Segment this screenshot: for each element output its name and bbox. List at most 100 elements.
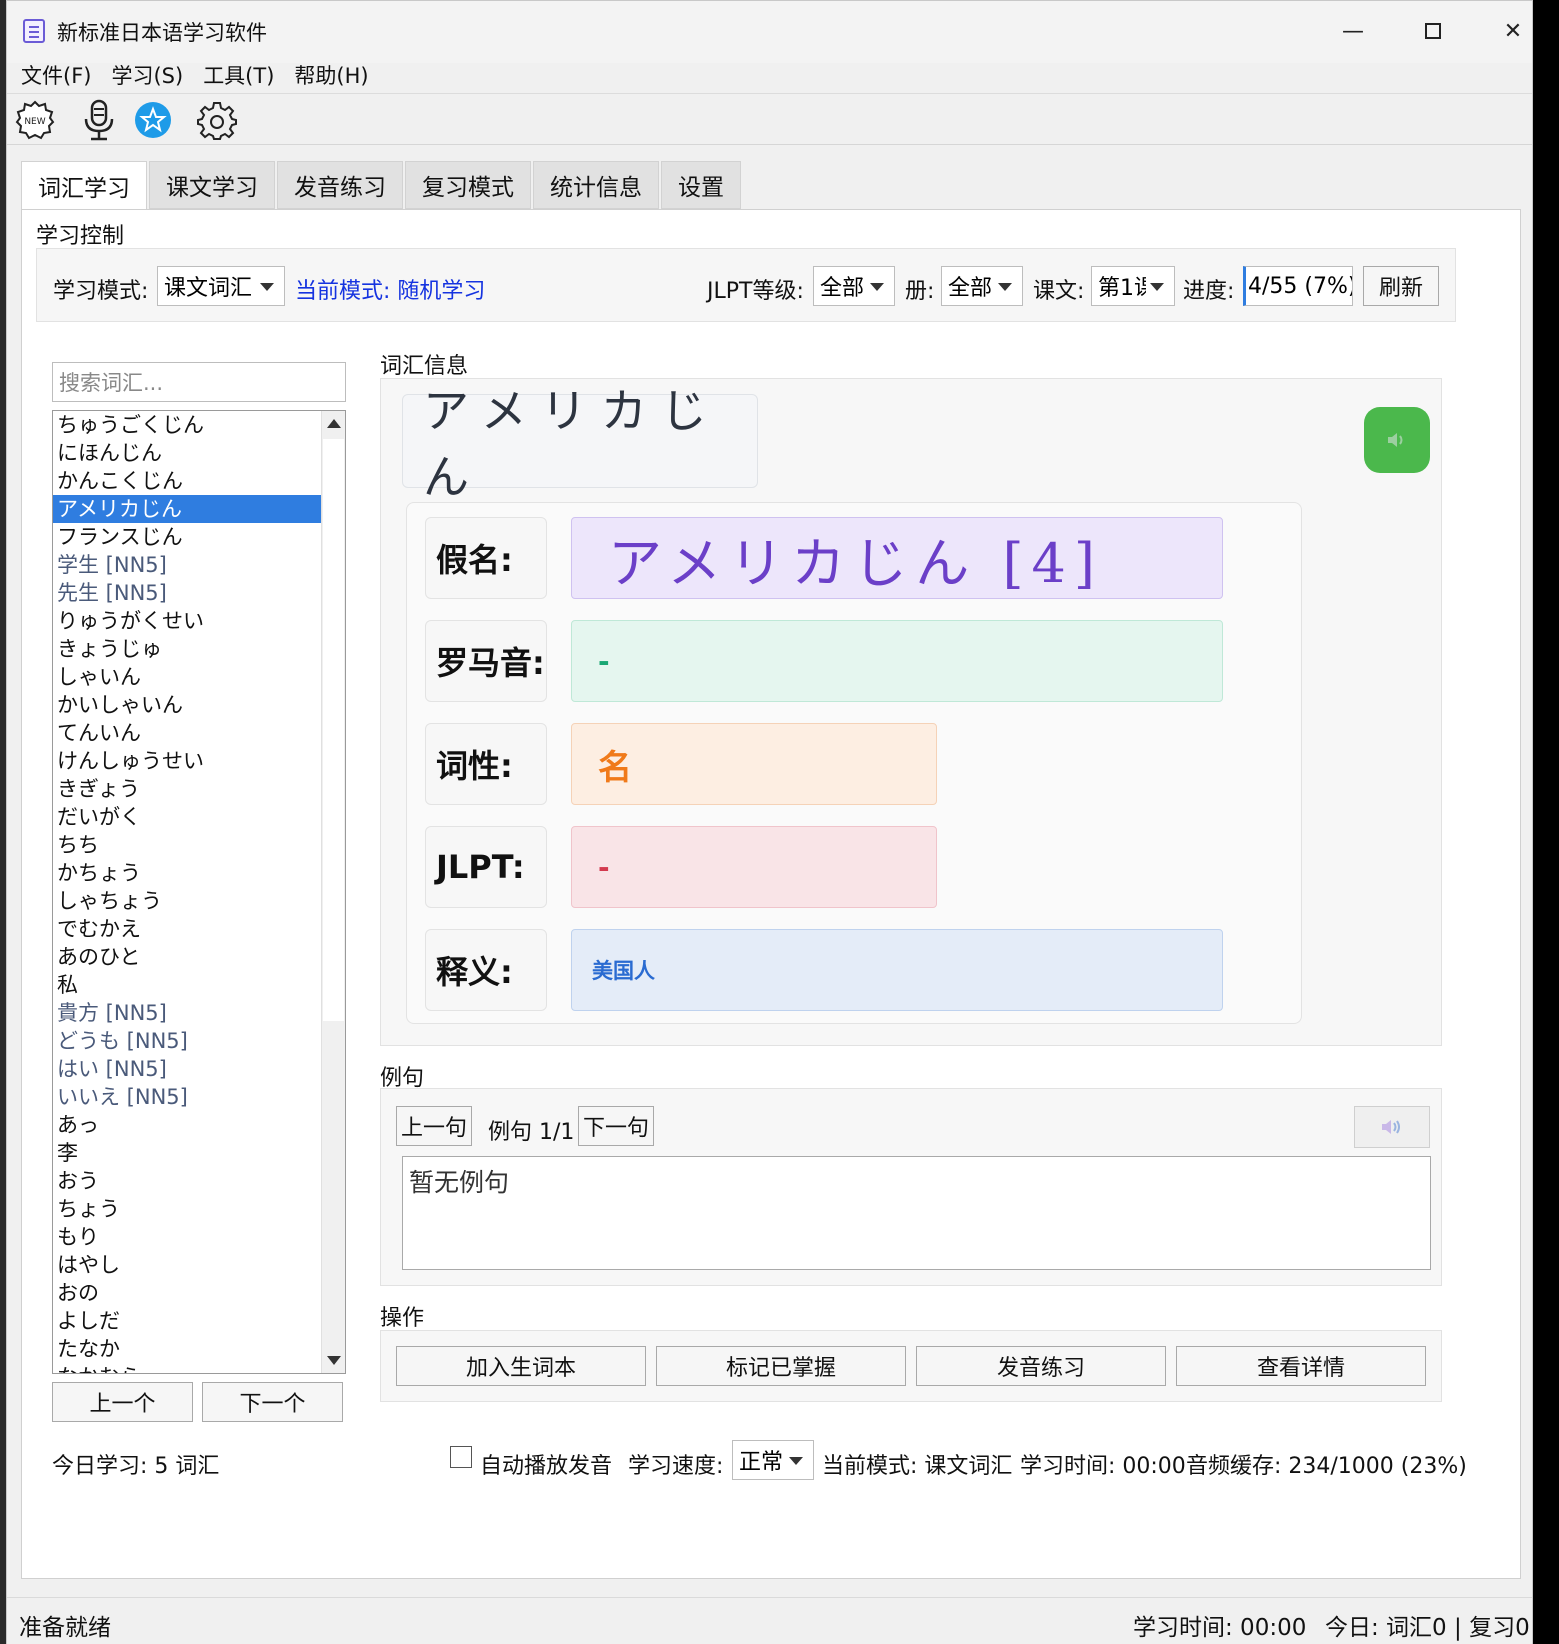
play-pronunciation-button[interactable] [1364,407,1430,473]
tab-vocabulary[interactable]: 词汇学习 [21,161,147,211]
vocab-list-item[interactable]: 学生 [NN5] [53,551,321,579]
maximize-button[interactable] [1403,11,1463,51]
kana-label: 假名: [425,517,547,599]
refresh-button[interactable]: 刷新 [1363,266,1439,306]
vocab-list-item[interactable]: どうも [NN5] [53,1027,321,1055]
vocab-list-item[interactable]: おう [53,1167,321,1195]
vocab-list-item[interactable]: にほんじん [53,439,321,467]
close-button[interactable]: ✕ [1483,11,1543,51]
menu-study[interactable]: 学习(S) [111,60,183,90]
vocab-list-item[interactable]: 李 [53,1139,321,1167]
vocab-list-item[interactable]: ちち [53,831,321,859]
autoplay-checkbox[interactable] [450,1446,472,1468]
status-message: 准备就绪 [19,1615,111,1641]
study-mode-select[interactable]: 课文词汇 [157,266,285,306]
vocab-list-item[interactable]: アメリカじん [53,495,321,523]
speed-select[interactable]: 正常 [732,1440,814,1480]
audio-cache-info: 音频缓存: 234/1000 (23%) [1186,1454,1467,1479]
status-bar: 准备就绪 学习时间: 00:00 今日: 词汇0 | 复习0 [7,1597,1532,1644]
vocab-list-item[interactable]: あのひと [53,943,321,971]
vocab-list-item[interactable]: たなか [53,1335,321,1363]
prev-example-button[interactable]: 上一句 [396,1106,472,1146]
tab-statistics[interactable]: 统计信息 [533,161,659,209]
volume-value: 全部 [948,276,993,301]
tab-pronunciation[interactable]: 发音练习 [277,161,403,209]
microphone-icon[interactable] [77,98,121,142]
vocab-list-item[interactable]: 私 [53,971,321,999]
scroll-thumb[interactable] [323,439,344,1021]
next-example-button[interactable]: 下一句 [578,1106,654,1146]
app-icon [23,19,45,43]
example-audio-button[interactable] [1354,1106,1430,1148]
chevron-down-icon [870,283,884,291]
vocab-list-item[interactable]: おの [53,1279,321,1307]
speed-value: 正常 [739,1450,784,1475]
progress-label: 进度: [1183,279,1235,304]
progress-field[interactable]: 4/55 (7%) [1243,266,1353,306]
volume-select[interactable]: 全部 [941,266,1023,306]
vocab-list-item[interactable]: なかむら [53,1363,321,1373]
vocab-list-item[interactable]: いいえ [NN5] [53,1083,321,1111]
pronunciation-practice-button[interactable]: 发音练习 [916,1346,1166,1386]
vocab-list-item[interactable]: りゅうがくせい [53,607,321,635]
minimize-button[interactable]: — [1323,11,1383,51]
study-mode-value: 课文词汇 [164,276,253,301]
vocab-list-item[interactable]: かいしゃいん [53,691,321,719]
gear-icon[interactable] [195,98,239,142]
scroll-up-arrow-icon[interactable] [327,419,341,428]
vocab-list-item[interactable]: 貴方 [NN5] [53,999,321,1027]
vocab-list-item[interactable]: かんこくじん [53,467,321,495]
prev-word-button[interactable]: 上一个 [52,1382,193,1422]
vocab-list-item[interactable]: かちょう [53,859,321,887]
view-details-button[interactable]: 查看详情 [1176,1346,1426,1386]
jlpt-level-select[interactable]: 全部 [813,266,895,306]
vocab-list-item[interactable]: きぎょう [53,775,321,803]
new-badge-icon[interactable]: NEW [13,98,57,142]
vocab-list-item[interactable]: よしだ [53,1307,321,1335]
maximize-icon [1425,23,1441,39]
vocab-list-item[interactable]: でむかえ [53,915,321,943]
vocab-list-scrollbar[interactable] [321,411,345,1373]
study-time-info: 学习时间: 00:00 [1020,1454,1186,1479]
speed-label: 学习速度: [628,1454,724,1479]
menu-bar: 文件(F) 学习(S) 工具(T) 帮助(H) [7,57,1532,93]
jlpt-label: JLPT: [425,826,547,908]
star-icon[interactable] [131,98,175,142]
menu-file[interactable]: 文件(F) [21,60,91,90]
mark-mastered-button[interactable]: 标记已掌握 [656,1346,906,1386]
vocab-list-item[interactable]: しゃいん [53,663,321,691]
chevron-down-icon [789,1457,803,1465]
vocab-list-item[interactable]: ちゅうごくじん [53,411,321,439]
vocab-list-item[interactable]: あっ [53,1111,321,1139]
next-word-button[interactable]: 下一个 [202,1382,343,1422]
lesson-label: 课文: [1033,279,1085,304]
menu-help[interactable]: 帮助(H) [294,60,368,90]
tab-review[interactable]: 复习模式 [405,161,531,209]
vocab-list-item[interactable]: はい [NN5] [53,1055,321,1083]
vocab-list-item[interactable]: だいがく [53,803,321,831]
current-mode-link[interactable]: 当前模式: 随机学习 [295,273,485,305]
vocab-list-item[interactable]: けんしゅうせい [53,747,321,775]
speaker-icon [1388,433,1403,447]
vocab-list-item[interactable]: ちょう [53,1195,321,1223]
vocab-list-items: ちゅうごくじん にほんじん かんこくじん アメリカじん フランスじん 学生 [NN5] 先生… [53,411,345,1373]
tab-lesson-text[interactable]: 课文学习 [149,161,275,209]
window-title: 新标准日本语学习软件 [57,21,267,45]
search-input[interactable]: 搜索词汇... [52,362,346,402]
add-to-wordbook-button[interactable]: 加入生词本 [396,1346,646,1386]
vocab-list-item[interactable]: てんいん [53,719,321,747]
menu-tools[interactable]: 工具(T) [203,60,274,90]
vocab-list-item[interactable]: もり [53,1223,321,1251]
vocab-list[interactable]: ちゅうごくじん にほんじん かんこくじん アメリカじん フランスじん 学生 [NN5] 先生… [52,410,346,1374]
example-text-area[interactable]: 暂无例句 [402,1156,1431,1270]
actions-title: 操作 [380,1306,425,1331]
today-study-count: 今日学习: 5 词汇 [52,1454,220,1479]
vocab-list-item[interactable]: はやし [53,1251,321,1279]
vocab-list-item[interactable]: しゃちょう [53,887,321,915]
vocab-list-item[interactable]: 先生 [NN5] [53,579,321,607]
tab-settings[interactable]: 设置 [661,161,741,209]
lesson-select[interactable]: 第1课 [1091,266,1175,306]
scroll-down-arrow-icon[interactable] [327,1356,341,1365]
vocab-list-item[interactable]: フランスじん [53,523,321,551]
vocab-list-item[interactable]: きょうじゅ [53,635,321,663]
